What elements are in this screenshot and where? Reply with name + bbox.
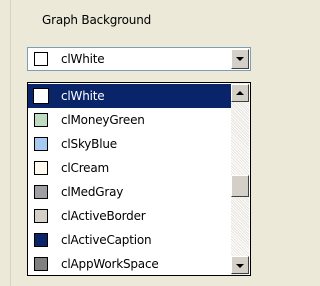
scroll-down-button[interactable] [231,256,249,274]
graph-background-label: Graph Background [42,13,152,27]
item-label: clSkyBlue [61,137,117,151]
list-item[interactable]: clSkyBlue [28,132,231,156]
chevron-up-icon [236,91,244,95]
color-swatch [33,88,49,104]
combo-color-swatch [34,52,48,66]
combo-dropdown-button[interactable] [231,49,249,69]
list-item[interactable]: clAppWorkSpace [28,252,231,275]
color-swatch [34,113,48,127]
color-swatch [34,161,48,175]
list-item[interactable]: clActiveCaption [28,228,231,252]
list-item[interactable]: clCream [28,156,231,180]
item-label: clMedGray [61,185,124,199]
list-item[interactable]: clActiveBorder [28,204,231,228]
list-item[interactable]: clWhite [28,84,231,108]
list-item[interactable]: clMedGray [28,180,231,204]
color-swatch [34,233,48,247]
item-label: clMoneyGreen [61,113,145,127]
color-swatch [34,185,48,199]
scroll-thumb[interactable] [231,174,249,197]
item-label: clActiveBorder [61,209,146,223]
chevron-down-icon [236,57,244,61]
item-label: clCream [61,161,110,175]
item-label: clActiveCaption [61,233,152,247]
chevron-down-icon [236,264,244,268]
item-label: clWhite [61,89,105,103]
list-item[interactable]: clMoneyGreen [28,108,231,132]
scroll-up-button[interactable] [231,84,249,102]
color-swatch [34,209,48,223]
combo-selected-value: clWhite [61,52,105,66]
color-swatch [34,257,48,271]
item-label: clAppWorkSpace [61,257,159,271]
color-dropdown-list[interactable]: clWhite clMoneyGreen clSkyBlue clCream c… [27,82,251,276]
graph-background-combo[interactable]: clWhite [27,47,251,71]
list-scrollbar[interactable] [231,83,249,275]
color-swatch [34,137,48,151]
